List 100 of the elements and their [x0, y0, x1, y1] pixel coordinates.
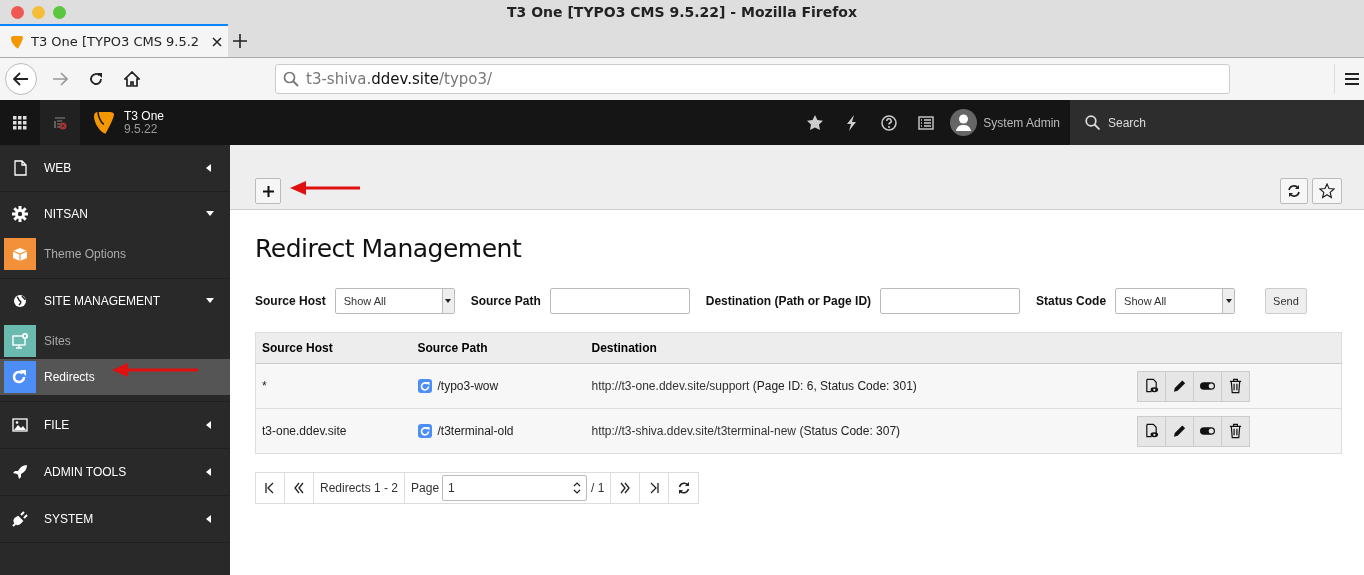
page-number-field[interactable]: 1: [442, 475, 588, 501]
double-chevron-left-icon: [293, 482, 305, 494]
last-page-icon: [648, 482, 661, 494]
view-page-button[interactable]: [1136, 370, 1166, 402]
rocket-icon: [12, 464, 28, 480]
sidebar-item[interactable]: Redirects: [0, 359, 230, 395]
add-button[interactable]: [255, 178, 281, 204]
back-button[interactable]: [5, 63, 37, 95]
page-eye-icon: [1143, 423, 1159, 439]
input-field[interactable]: [880, 288, 1021, 314]
monitor-gear-icon: [11, 332, 29, 350]
back-arrow-icon: [13, 72, 29, 86]
double-chevron-right-icon: [619, 482, 632, 494]
window-title: T3 One [TYPO3 CMS 9.5.22] - Mozilla Firefox: [507, 4, 857, 20]
filter-label: Source Host: [255, 294, 326, 308]
first-page-icon: [264, 482, 276, 494]
browser-tab[interactable]: T3 One [TYPO3 CMS 9.5.2: [0, 24, 228, 57]
input-field[interactable]: [549, 288, 690, 314]
toggle-button[interactable]: [1192, 415, 1222, 447]
bookmark-button[interactable]: [1312, 178, 1342, 204]
table-cell: *: [255, 363, 412, 409]
column-header: Destination: [585, 332, 1132, 364]
group-label: ADMIN TOOLS: [44, 465, 128, 479]
avatar-icon: [950, 109, 978, 136]
search-field[interactable]: Search: [1070, 100, 1364, 145]
close-icon[interactable]: [212, 36, 222, 47]
page-label: Page: [411, 481, 440, 495]
group-label: SYSTEM: [44, 512, 95, 526]
site-name: T3 One: [124, 109, 165, 123]
star-icon: [1319, 183, 1335, 199]
forward-arrow-icon: [52, 72, 68, 86]
refresh-icon: [677, 482, 690, 494]
sidebar-item[interactable]: Sites: [0, 323, 230, 359]
url-field[interactable]: t3-shiva.ddev.site/typo3/: [275, 64, 1230, 94]
destination-text: http://t3-one.ddev.site/support (Page ID: 6, Status Code: 301): [591, 379, 917, 393]
select-field[interactable]: Show All: [1115, 288, 1236, 314]
search-icon: [1085, 115, 1100, 130]
record-range: Redirects 1 - 2: [314, 473, 406, 503]
bookmark-star-icon[interactable]: [806, 114, 823, 131]
view-page-button[interactable]: [1136, 415, 1166, 447]
sidebar-group[interactable]: WEB: [0, 145, 230, 191]
page-title: Redirect Management: [255, 234, 523, 263]
sidebar-group[interactable]: SITE MANAGEMENT: [0, 279, 230, 323]
help-icon[interactable]: [880, 114, 897, 131]
source-path-link[interactable]: /typo3-wow: [437, 379, 499, 393]
plug-icon: [12, 511, 28, 527]
sidebar-group[interactable]: SYSTEM: [0, 496, 230, 542]
filter-label: Destination (Path or Page ID): [705, 294, 872, 308]
window-control-button[interactable]: [11, 5, 24, 19]
user-menu[interactable]: System Admin: [944, 100, 1070, 145]
send-button[interactable]: Send: [1265, 288, 1307, 314]
pencil-icon: [1171, 423, 1187, 439]
search-placeholder: Search: [1108, 115, 1147, 130]
caret-down-icon: [1225, 299, 1232, 303]
edit-button[interactable]: [1164, 370, 1194, 402]
reload-icon: [88, 71, 104, 87]
url-text: t3-shiva.ddev.site/typo3/: [306, 70, 493, 88]
redirect-icon: [11, 368, 29, 386]
refresh-button[interactable]: [1280, 178, 1308, 204]
box-icon: [11, 245, 29, 263]
typo3-logo-icon: [92, 109, 116, 136]
pencil-icon: [1171, 378, 1187, 394]
sidebar-group[interactable]: FILE: [0, 402, 230, 448]
plus-icon: [233, 33, 247, 48]
sidebar-group[interactable]: NITSAN: [0, 192, 230, 236]
page-tree-toggle[interactable]: [40, 100, 80, 145]
caret-down-icon: [445, 299, 452, 303]
table-cell: t3-one.ddev.site: [255, 408, 412, 454]
destination-link[interactable]: http://t3-one.ddev.site/support: [591, 379, 750, 393]
source-path-link[interactable]: /t3terminal-old: [437, 424, 514, 438]
group-label: FILE: [44, 418, 71, 432]
delete-button[interactable]: [1220, 415, 1250, 447]
list-icon[interactable]: [917, 114, 934, 131]
destination-text: http://t3-shiva.ddev.site/t3terminal-new (Status Code: 307): [591, 424, 901, 438]
version-number: 9.5.22: [124, 122, 159, 136]
annotation-arrow: [290, 180, 360, 196]
sidebar-item[interactable]: Theme Options: [0, 236, 230, 272]
spinner-icon: [573, 481, 582, 495]
redirect-icon: [417, 424, 432, 438]
trash-icon: [1227, 378, 1243, 394]
filter-label: Status Code: [1036, 294, 1107, 308]
column-header: Source Path: [411, 332, 586, 364]
plus-icon: [262, 185, 274, 197]
column-header: Source Host: [255, 332, 412, 364]
redirect-icon: [417, 379, 432, 393]
edit-button[interactable]: [1164, 415, 1194, 447]
trash-icon: [1227, 423, 1243, 439]
delete-button[interactable]: [1220, 370, 1250, 402]
toggle-button[interactable]: [1192, 370, 1222, 402]
refresh-icon: [1287, 184, 1301, 198]
select-field[interactable]: Show All: [334, 288, 455, 314]
page-eye-icon: [1143, 378, 1159, 394]
sidebar-group[interactable]: ADMIN TOOLS: [0, 449, 230, 495]
home-icon: [124, 71, 140, 87]
image-icon: [12, 417, 28, 433]
group-label: SITE MANAGEMENT: [44, 294, 161, 308]
destination-link[interactable]: http://t3-shiva.ddev.site/t3terminal-new: [591, 424, 797, 438]
menu-icon[interactable]: [1345, 73, 1359, 85]
globe-icon: [12, 293, 28, 309]
page-total: / 1: [591, 481, 605, 495]
